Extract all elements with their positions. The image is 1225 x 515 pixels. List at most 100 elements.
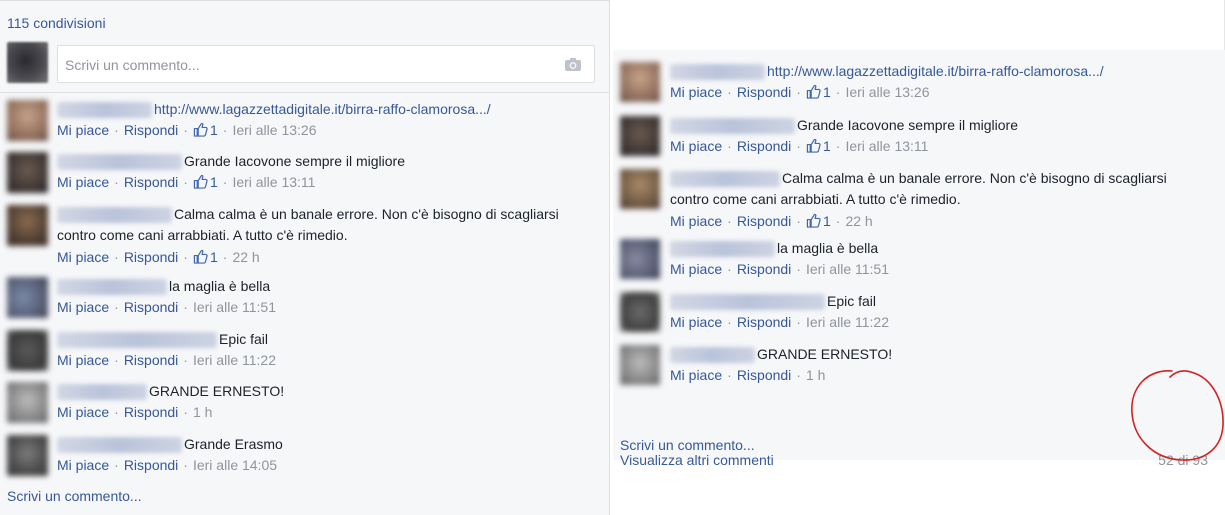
commenter-avatar[interactable] <box>620 62 660 102</box>
reply-button[interactable]: Rispondi <box>124 299 178 315</box>
write-comment-link[interactable]: Scrivi un commento... <box>7 488 142 504</box>
comment-timestamp[interactable]: Ieri alle 13:11 <box>232 174 315 190</box>
comment-timestamp[interactable]: Ieri alle 13:26 <box>232 122 316 138</box>
separator: · <box>114 404 119 420</box>
commenter-name[interactable] <box>670 347 755 363</box>
separator: · <box>727 314 732 330</box>
commenter-avatar[interactable] <box>620 239 660 279</box>
reply-button[interactable]: Rispondi <box>737 367 791 383</box>
comment-item: GRANDE ERNESTO! Mi piace · Rispondi · 1 h <box>7 380 597 432</box>
commenter-name[interactable] <box>670 171 780 187</box>
comment-timestamp[interactable]: Ieri alle 14:05 <box>193 457 277 473</box>
separator: · <box>727 213 732 229</box>
camera-icon[interactable] <box>564 57 582 72</box>
commenter-name[interactable] <box>57 384 147 400</box>
commenter-name[interactable] <box>57 154 182 170</box>
like-count-value: 1 <box>209 122 218 138</box>
like-button[interactable]: Mi piace <box>670 367 722 383</box>
commenter-name[interactable] <box>670 294 825 310</box>
like-count[interactable]: 1 <box>806 84 831 100</box>
commenter-avatar[interactable] <box>620 116 660 156</box>
like-count-value: 1 <box>209 249 218 265</box>
like-button[interactable]: Mi piace <box>57 122 109 138</box>
like-count[interactable]: 1 <box>193 174 218 190</box>
like-button[interactable]: Mi piace <box>57 404 109 420</box>
comment-timestamp[interactable]: 22 h <box>232 249 259 265</box>
like-count[interactable]: 1 <box>806 138 831 154</box>
commenter-avatar[interactable] <box>7 152 48 193</box>
commenter-name[interactable] <box>57 207 172 223</box>
comment-timestamp[interactable]: Ieri alle 11:51 <box>193 299 276 315</box>
thumbs-up-icon <box>193 249 208 264</box>
commenter-avatar[interactable] <box>620 345 660 385</box>
shares-count-link[interactable]: 115 condivisioni <box>7 15 106 31</box>
comment-item: Grande Iacovone sempre il migliore Mi pia… <box>7 150 597 202</box>
reply-button[interactable]: Rispondi <box>124 122 178 138</box>
like-button[interactable]: Mi piace <box>670 84 722 100</box>
commenter-avatar[interactable] <box>620 292 660 332</box>
reply-button[interactable]: Rispondi <box>124 174 178 190</box>
separator: · <box>727 84 732 100</box>
commenter-name[interactable] <box>57 102 152 118</box>
comment-text: Calma calma è un banale errore. Non c'è … <box>174 206 559 222</box>
commenter-name[interactable] <box>670 241 775 257</box>
like-button[interactable]: Mi piace <box>670 213 722 229</box>
reply-button[interactable]: Rispondi <box>124 457 178 473</box>
like-button[interactable]: Mi piace <box>57 299 109 315</box>
comment-input-placeholder: Scrivi un commento... <box>65 57 200 73</box>
comment-text: GRANDE ERNESTO! <box>149 383 285 399</box>
commenter-avatar[interactable] <box>7 435 48 476</box>
like-button[interactable]: Mi piace <box>57 457 109 473</box>
commenter-avatar[interactable] <box>620 169 660 209</box>
comment-text-line2: contro come cani arrabbiati. A tutto c'è… <box>57 227 348 243</box>
comment-timestamp[interactable]: 22 h <box>845 213 872 229</box>
right-comments-panel: http://www.lagazzettadigitale.it/birra-r… <box>613 50 1225 468</box>
comment-timestamp[interactable]: Ieri alle 13:11 <box>845 138 928 154</box>
comment-actions: Mi piace · Rispondi · Ieri alle 11:22 <box>57 352 276 368</box>
commenter-avatar[interactable] <box>7 100 48 141</box>
like-button[interactable]: Mi piace <box>57 352 109 368</box>
commenter-avatar[interactable] <box>7 205 48 246</box>
reply-button[interactable]: Rispondi <box>737 213 791 229</box>
commenter-name[interactable] <box>57 332 217 348</box>
separator: · <box>183 249 188 265</box>
commenter-name[interactable] <box>670 118 795 134</box>
like-button[interactable]: Mi piace <box>57 174 109 190</box>
comment-item: Calma calma è un banale errore. Non c'è … <box>7 203 597 265</box>
commenter-name[interactable] <box>57 437 182 453</box>
comment-link[interactable]: http://www.lagazzettadigitale.it/birra-r… <box>767 61 1104 82</box>
commenter-avatar[interactable] <box>7 330 48 371</box>
separator: · <box>727 261 732 277</box>
comment-timestamp[interactable]: Ieri alle 11:22 <box>806 314 889 330</box>
view-more-comments-link[interactable]: Visualizza altri commenti <box>620 452 774 468</box>
reply-button[interactable]: Rispondi <box>124 404 178 420</box>
reply-button[interactable]: Rispondi <box>737 84 791 100</box>
commenter-name[interactable] <box>57 279 167 295</box>
like-count[interactable]: 1 <box>193 122 218 138</box>
comment-timestamp[interactable]: Ieri alle 13:26 <box>845 84 929 100</box>
reply-button[interactable]: Rispondi <box>124 249 178 265</box>
commenter-avatar[interactable] <box>7 382 48 423</box>
commenter-avatar[interactable] <box>7 277 48 318</box>
reply-button[interactable]: Rispondi <box>124 352 178 368</box>
comment-timestamp[interactable]: 1 h <box>806 367 825 383</box>
like-count[interactable]: 1 <box>806 213 831 229</box>
comment-timestamp[interactable]: Ieri alle 11:22 <box>193 352 276 368</box>
like-count[interactable]: 1 <box>193 249 218 265</box>
reply-button[interactable]: Rispondi <box>737 314 791 330</box>
like-button[interactable]: Mi piace <box>670 138 722 154</box>
comment-actions: Mi piace · Rispondi · Ieri alle 11:22 <box>670 314 889 330</box>
like-button[interactable]: Mi piace <box>57 249 109 265</box>
comment-link[interactable]: http://www.lagazzettadigitale.it/birra-r… <box>154 99 491 120</box>
like-button[interactable]: Mi piace <box>670 261 722 277</box>
like-button[interactable]: Mi piace <box>670 314 722 330</box>
comment-timestamp[interactable]: 1 h <box>193 404 212 420</box>
reply-button[interactable]: Rispondi <box>737 261 791 277</box>
comment-item: Grande Iacovone sempre il migliore Mi pia… <box>620 114 1210 166</box>
comment-timestamp[interactable]: Ieri alle 11:51 <box>806 261 889 277</box>
reply-button[interactable]: Rispondi <box>737 138 791 154</box>
commenter-name[interactable] <box>670 64 765 80</box>
write-comment-link[interactable]: Scrivi un commento... <box>620 437 755 453</box>
comment-input[interactable]: Scrivi un commento... <box>57 45 595 83</box>
left-comments-panel: 115 condivisioni Scrivi un commento... h… <box>0 0 610 515</box>
